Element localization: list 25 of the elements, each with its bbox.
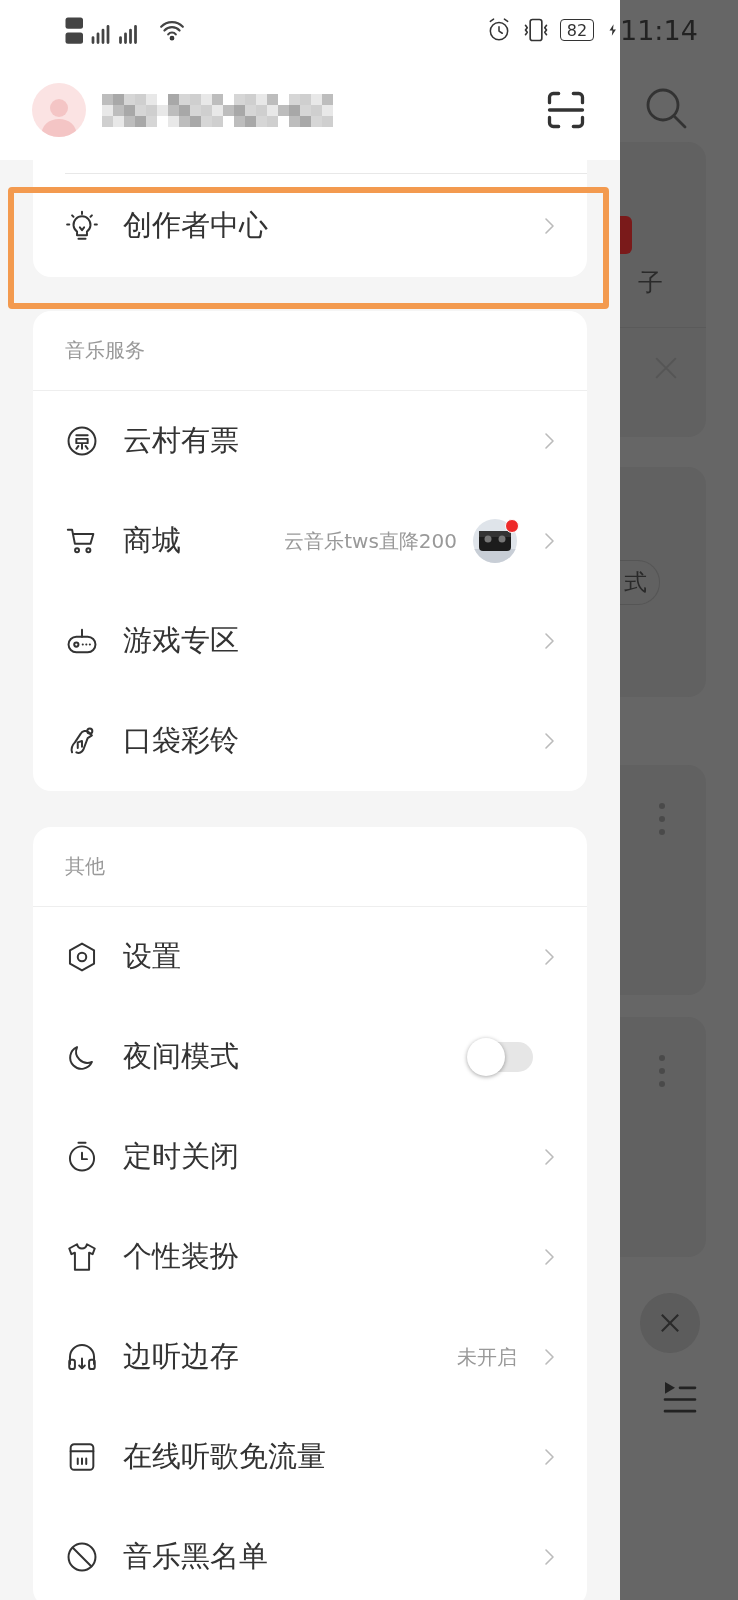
menu-value: 云音乐tws直降200: [284, 527, 457, 555]
menu-label[interactable]: 设置: [123, 937, 181, 977]
ticket-icon: [65, 424, 99, 458]
avatar[interactable]: [32, 83, 86, 137]
menu-label[interactable]: 口袋彩铃: [123, 721, 239, 761]
category-label: 子: [638, 267, 663, 299]
menu-label[interactable]: 创作者中心: [123, 205, 268, 246]
menu-label[interactable]: 音乐黑名单: [123, 1537, 268, 1577]
menu-label[interactable]: 个性装扮: [123, 1237, 239, 1277]
menu-label[interactable]: 定时关闭: [123, 1137, 239, 1177]
section-title: 其他: [33, 827, 587, 907]
lightbulb-icon: [65, 208, 99, 243]
menu-label[interactable]: 商城: [123, 521, 181, 561]
block-icon: [65, 1540, 99, 1574]
section-title: 音乐服务: [33, 311, 587, 391]
menu-label[interactable]: 在线听歌免流量: [123, 1437, 326, 1477]
battery-level: 82: [560, 19, 594, 41]
menu-label[interactable]: 夜间模式: [123, 1037, 239, 1077]
shirt-icon: [65, 1240, 99, 1274]
clock: 11:14: [620, 13, 698, 48]
vibrate-icon: [522, 16, 550, 44]
menu-label[interactable]: 云村有票: [123, 421, 239, 461]
menu-label[interactable]: 边听边存: [123, 1337, 239, 1377]
menu-value: 未开启: [457, 1343, 517, 1371]
menu-label[interactable]: 游戏专区: [123, 621, 239, 661]
